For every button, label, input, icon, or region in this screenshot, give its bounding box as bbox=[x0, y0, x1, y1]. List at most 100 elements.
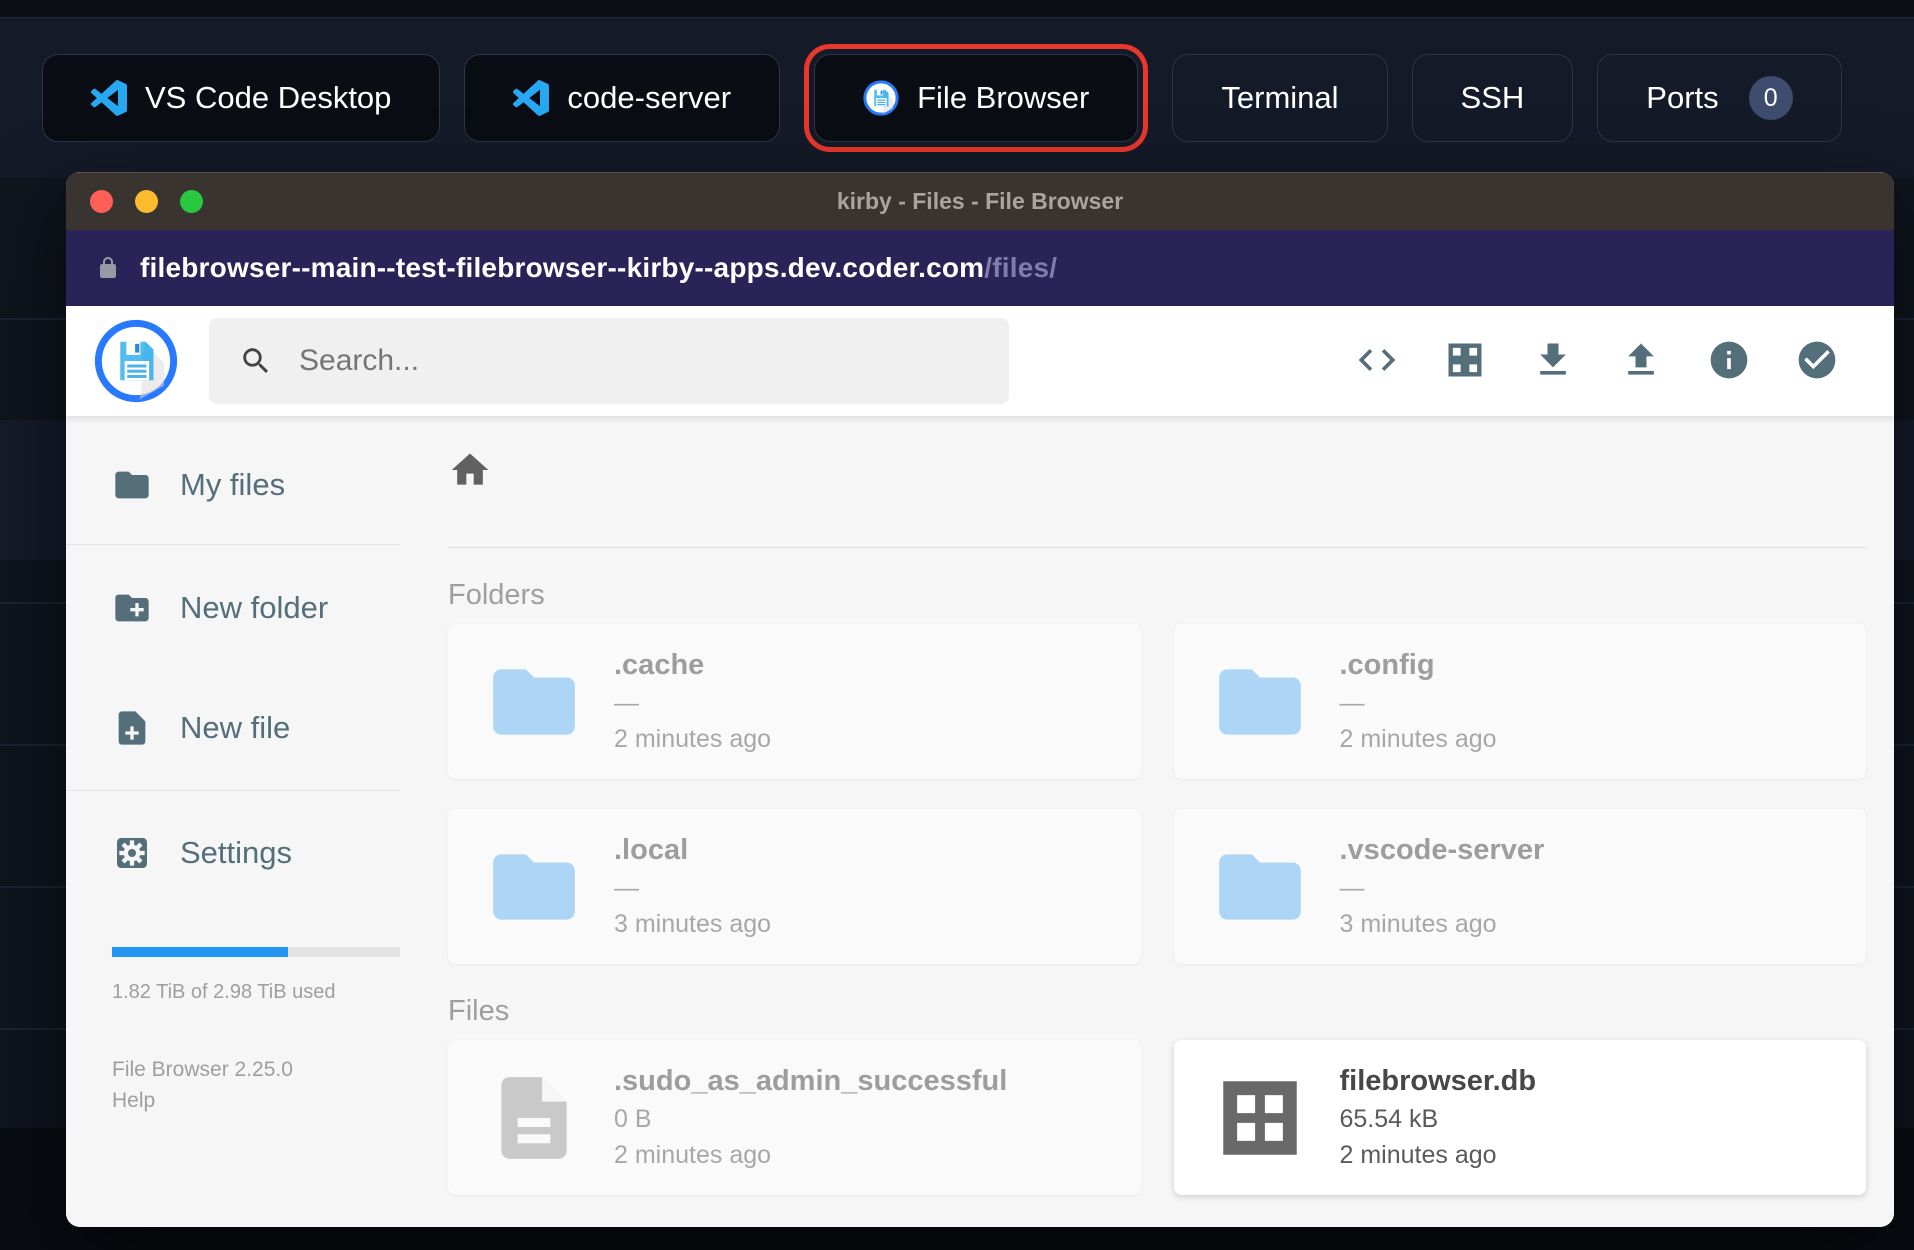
info-button[interactable] bbox=[1706, 338, 1752, 384]
file-card[interactable]: filebrowser.db 65.54 kB 2 minutes ago bbox=[1173, 1040, 1866, 1195]
download-button[interactable] bbox=[1530, 338, 1576, 384]
grid-view-icon bbox=[1443, 338, 1487, 385]
app-button-ports[interactable]: Ports 0 bbox=[1597, 54, 1842, 142]
workspace-app-bar: VS Code Desktop code-server File Browser Te… bbox=[0, 18, 1914, 178]
lock-icon bbox=[96, 256, 120, 280]
item-details: .vscode-server — 3 minutes ago bbox=[1340, 834, 1545, 939]
settings-icon bbox=[112, 833, 152, 873]
item-size: — bbox=[614, 874, 639, 902]
app-body: My files New folder New file Settings 1.… bbox=[66, 416, 1894, 1227]
vscode-icon bbox=[91, 80, 127, 116]
home-icon bbox=[448, 448, 492, 492]
search-box[interactable] bbox=[209, 318, 1009, 404]
sidebar-divider bbox=[66, 544, 400, 545]
search-input[interactable] bbox=[299, 344, 979, 378]
folder-icon bbox=[1208, 838, 1312, 936]
app-button-terminal[interactable]: Terminal bbox=[1172, 54, 1388, 142]
folder-icon bbox=[482, 653, 586, 751]
app-button-label: VS Code Desktop bbox=[145, 80, 392, 115]
download-icon bbox=[1531, 338, 1575, 385]
sidebar-item-label: My files bbox=[180, 467, 286, 502]
item-name: filebrowser.db bbox=[1339, 1065, 1537, 1097]
item-details: .sudo_as_admin_successful 0 B 2 minutes ag… bbox=[614, 1065, 1007, 1170]
item-name: .config bbox=[1339, 649, 1435, 681]
app-button-code-server[interactable]: code-server bbox=[464, 54, 781, 142]
grid-view-button[interactable] bbox=[1442, 338, 1488, 384]
help-link[interactable]: Help bbox=[112, 1085, 400, 1116]
item-size: — bbox=[1339, 689, 1365, 717]
sidebar: My files New folder New file Settings 1.… bbox=[66, 416, 400, 1227]
item-size: — bbox=[614, 689, 639, 717]
folder-card[interactable]: .vscode-server — 3 minutes ago bbox=[1173, 809, 1866, 964]
breadcrumb-home-button[interactable] bbox=[448, 448, 492, 492]
browser-window: kirby - Files - File Browser filebrowser… bbox=[66, 172, 1894, 1227]
search-icon bbox=[239, 344, 273, 378]
item-modified: 2 minutes ago bbox=[614, 725, 772, 753]
database-file-icon bbox=[1208, 1069, 1312, 1167]
sidebar-item-my-files[interactable]: My files bbox=[66, 450, 400, 520]
code-button[interactable] bbox=[1354, 338, 1400, 384]
sidebar-item-new-file[interactable]: New file bbox=[66, 693, 400, 763]
item-name: .cache bbox=[614, 649, 705, 681]
item-name: .local bbox=[614, 834, 689, 866]
storage-progress-fill bbox=[112, 947, 288, 957]
highlight-ring: File Browser bbox=[804, 44, 1149, 152]
filebrowser-logo[interactable] bbox=[94, 319, 178, 403]
upload-button[interactable] bbox=[1618, 338, 1664, 384]
file-listing: Folders .cache — 2 minutes ago .config — 2 mi… bbox=[400, 416, 1894, 1227]
app-version: File Browser 2.25.0 bbox=[112, 1058, 293, 1081]
info-icon bbox=[1707, 338, 1751, 385]
files-grid: .sudo_as_admin_successful 0 B 2 minutes ag… bbox=[448, 1040, 1866, 1195]
close-window-button[interactable] bbox=[90, 189, 113, 213]
address-bar[interactable]: filebrowser--main--test-filebrowser--kir… bbox=[66, 230, 1894, 306]
item-modified: 3 minutes ago bbox=[1339, 910, 1497, 938]
desktop-top-strip bbox=[0, 0, 1914, 18]
folder-icon bbox=[112, 465, 152, 505]
app-button-label: Ports bbox=[1646, 80, 1719, 115]
sidebar-item-settings[interactable]: Settings bbox=[66, 818, 400, 888]
zoom-window-button[interactable] bbox=[180, 189, 203, 213]
sidebar-item-new-folder[interactable]: New folder bbox=[66, 573, 400, 643]
window-title: kirby - Files - File Browser bbox=[836, 187, 1124, 214]
app-button-label: File Browser bbox=[917, 80, 1090, 115]
item-modified: 3 minutes ago bbox=[614, 910, 772, 938]
item-modified: 2 minutes ago bbox=[1339, 1141, 1497, 1169]
sidebar-item-label: New folder bbox=[180, 590, 329, 625]
new-file-icon bbox=[112, 708, 152, 748]
item-modified: 2 minutes ago bbox=[614, 1141, 772, 1169]
file-card[interactable]: .sudo_as_admin_successful 0 B 2 minutes ag… bbox=[448, 1040, 1141, 1195]
ports-count-badge: 0 bbox=[1748, 76, 1793, 120]
sidebar-item-label: Settings bbox=[180, 835, 293, 870]
code-icon bbox=[1355, 338, 1399, 385]
desktop: VS Code Desktop code-server File Browser Te… bbox=[0, 0, 1914, 1250]
folder-card[interactable]: .cache — 2 minutes ago bbox=[448, 624, 1141, 779]
item-details: filebrowser.db 65.54 kB 2 minutes ago bbox=[1340, 1065, 1537, 1170]
storage-usage-label: 1.82 TiB of 2.98 TiB used bbox=[112, 981, 336, 1003]
app-button-file-browser[interactable]: File Browser bbox=[814, 54, 1139, 142]
minimize-window-button[interactable] bbox=[135, 189, 158, 213]
sidebar-footer: File Browser 2.25.0 Help bbox=[66, 1054, 400, 1116]
app-toolbar bbox=[66, 306, 1894, 416]
item-size: 65.54 kB bbox=[1339, 1105, 1439, 1133]
sidebar-item-label: New file bbox=[180, 710, 291, 745]
folder-card[interactable]: .local — 3 minutes ago bbox=[448, 809, 1141, 964]
app-button-vs-code-desktop[interactable]: VS Code Desktop bbox=[42, 54, 441, 142]
item-details: .config — 2 minutes ago bbox=[1340, 649, 1497, 754]
check-circle-button[interactable] bbox=[1794, 338, 1840, 384]
item-details: .local — 3 minutes ago bbox=[614, 834, 771, 939]
item-modified: 2 minutes ago bbox=[1339, 725, 1497, 753]
check-circle-icon bbox=[1795, 338, 1839, 385]
app-button-ssh[interactable]: SSH bbox=[1411, 54, 1574, 142]
section-title-files: Files bbox=[448, 995, 510, 1027]
app-button-label: code-server bbox=[567, 80, 732, 115]
folder-icon bbox=[482, 838, 586, 936]
url-path: /files/ bbox=[984, 252, 1058, 283]
storage-progress-track bbox=[112, 947, 400, 957]
folder-card[interactable]: .config — 2 minutes ago bbox=[1173, 624, 1866, 779]
folder-icon bbox=[1208, 653, 1312, 751]
toolbar-actions bbox=[1354, 338, 1866, 384]
section-title-folders: Folders bbox=[448, 579, 545, 611]
window-titlebar: kirby - Files - File Browser bbox=[66, 172, 1894, 230]
sidebar-divider bbox=[66, 790, 400, 791]
item-details: .cache — 2 minutes ago bbox=[614, 649, 771, 754]
